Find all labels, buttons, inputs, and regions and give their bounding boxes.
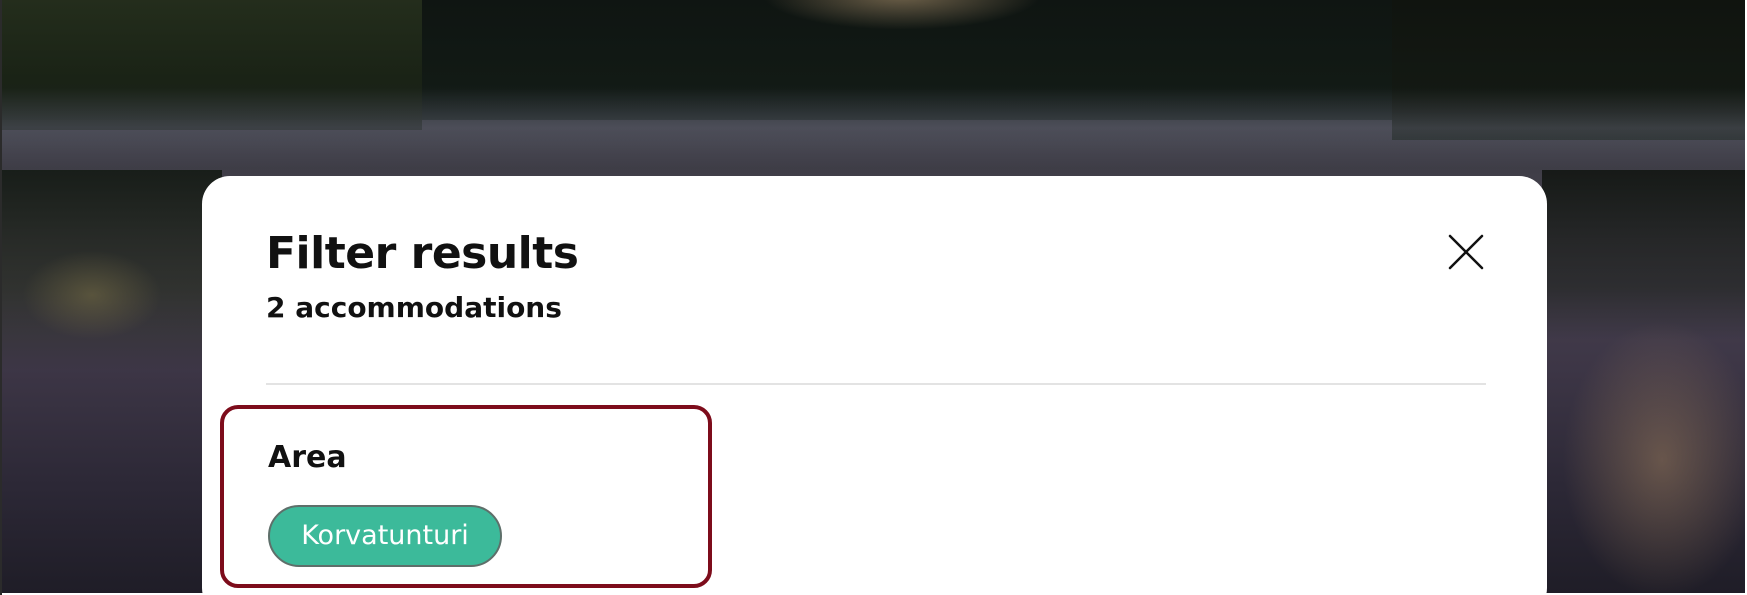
page-edge [0,0,2,595]
area-chip-korvatunturi[interactable]: Korvatunturi [268,505,502,567]
page: Filter results 2 accommodations Area Kor… [0,0,1747,595]
area-filter-label: Area [268,440,347,475]
background-mist [2,88,1745,168]
divider [266,383,1486,385]
background-sky-glow [762,0,1042,30]
background-reflection-glow-left [22,250,162,340]
background-reflection-glow-right [1562,320,1745,593]
results-count: 2 accommodations [266,291,562,324]
dialog-title: Filter results [266,228,579,279]
area-filter-section: Area Korvatunturi [220,405,712,588]
background-reflection-right [1542,170,1745,340]
close-icon [1448,234,1484,270]
filter-dialog: Filter results 2 accommodations Area Kor… [202,176,1547,595]
close-button[interactable] [1440,226,1492,278]
